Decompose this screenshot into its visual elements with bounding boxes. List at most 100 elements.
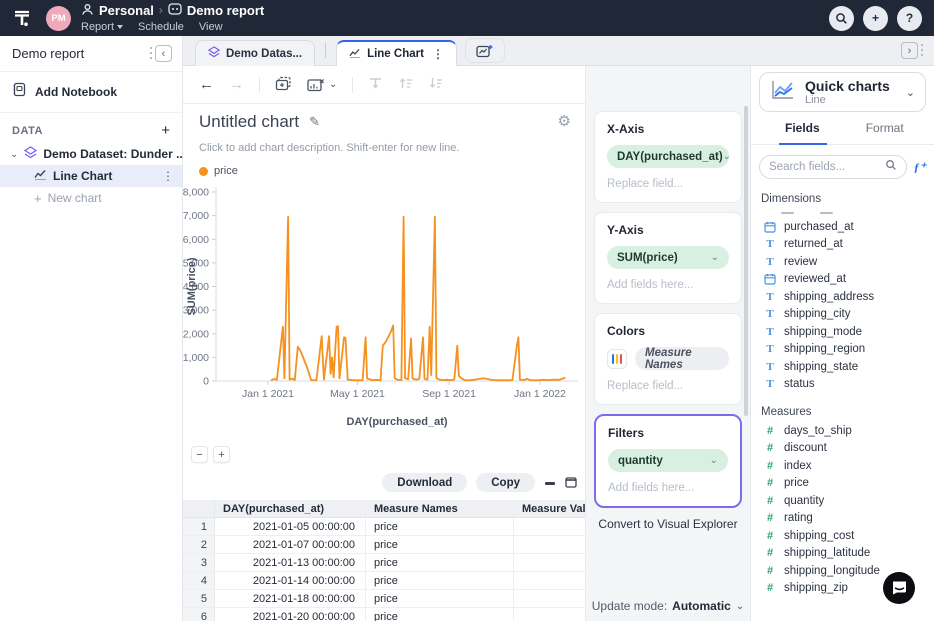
- duplicate-chart-button[interactable]: [275, 76, 292, 94]
- table-row[interactable]: 12021-01-05 00:00:00price: [183, 518, 585, 536]
- kebab-icon[interactable]: ⋮: [432, 47, 444, 61]
- move-field-button[interactable]: [368, 76, 383, 93]
- collapse-right-panel-button[interactable]: ›: [901, 42, 918, 59]
- avatar[interactable]: PM: [46, 6, 71, 31]
- menu-report[interactable]: Report: [81, 21, 123, 33]
- table-row[interactable]: 32021-01-13 00:00:00price: [183, 554, 585, 572]
- field-item-shipping_city[interactable]: Tshipping_city: [751, 306, 934, 324]
- chart-title[interactable]: Untitled chart: [199, 112, 299, 132]
- update-mode-select[interactable]: Automatic: [672, 599, 731, 613]
- chart-settings-gear-icon[interactable]: ⚙: [558, 112, 571, 130]
- column-header-date[interactable]: DAY(purchased_at): [215, 500, 365, 517]
- column-header-measure-names[interactable]: Measure Names: [365, 500, 513, 517]
- add-button[interactable]: +: [863, 6, 888, 31]
- results-table[interactable]: DAY(purchased_at) Measure Names Measure …: [183, 500, 585, 621]
- y-axis-add-fields[interactable]: Add fields here...: [607, 279, 729, 291]
- colors-replace-field[interactable]: Replace field...: [607, 380, 729, 392]
- tab-dataset[interactable]: Demo Datas...: [195, 40, 315, 66]
- table-cell: 2021-01-18 00:00:00: [215, 590, 365, 608]
- undo-button[interactable]: ←: [199, 77, 214, 92]
- field-item-discount[interactable]: #discount: [751, 440, 934, 458]
- chart-config-panel: X-Axis DAY(purchased_at) ⌄ Replace field…: [585, 66, 750, 621]
- tab-line-chart[interactable]: Line Chart ⋮: [336, 40, 457, 66]
- add-notebook-button[interactable]: Add Notebook: [0, 72, 182, 113]
- chat-support-button[interactable]: [883, 572, 915, 604]
- line-chart[interactable]: Jan 1 2022Sep 1 2021May 1 2021Jan 1 2021…: [183, 182, 585, 444]
- table-row[interactable]: 22021-01-07 00:00:00price: [183, 536, 585, 554]
- field-item-shipping_latitude[interactable]: #shipping_latitude: [751, 545, 934, 563]
- y-axis-field-pill[interactable]: SUM(price) ⌄: [607, 246, 729, 269]
- filters-add-fields[interactable]: Add fields here...: [608, 482, 728, 494]
- kebab-icon[interactable]: ⋮: [162, 169, 174, 183]
- field-item-shipping_region[interactable]: Tshipping_region: [751, 341, 934, 359]
- table-cell: 3: [183, 554, 215, 572]
- field-item-shipping_state[interactable]: Tshipping_state: [751, 358, 934, 376]
- zoom-in-button[interactable]: +: [213, 446, 230, 463]
- field-item-status[interactable]: Tstatus: [751, 376, 934, 394]
- dataset-tree-item[interactable]: ⌄ Demo Dataset: Dunder ...: [0, 143, 182, 165]
- search-button[interactable]: [829, 6, 854, 31]
- app-logo-icon[interactable]: [12, 8, 32, 28]
- redo-button[interactable]: →: [229, 77, 244, 92]
- search-fields-input[interactable]: Search fields...: [759, 155, 907, 179]
- field-item-quantity[interactable]: #quantity: [751, 492, 934, 510]
- menu-schedule[interactable]: Schedule: [138, 21, 184, 33]
- price-series-line[interactable]: [272, 217, 565, 380]
- field-item-shipping_address[interactable]: Tshipping_address: [751, 288, 934, 306]
- field-item-purchased_at[interactable]: purchased_at: [751, 218, 934, 236]
- collapse-sidebar-button[interactable]: ‹: [155, 45, 172, 62]
- field-item-shipping_cost[interactable]: #shipping_cost: [751, 527, 934, 545]
- colors-field-pill[interactable]: Measure Names: [635, 347, 729, 370]
- x-axis-label: X-Axis: [607, 122, 729, 136]
- field-item-review[interactable]: Treview: [751, 253, 934, 271]
- text-type-icon: T: [764, 291, 776, 303]
- convert-to-visual-explorer-button[interactable]: Convert to Visual Explorer: [594, 517, 742, 531]
- add-formula-button[interactable]: ƒ⁺: [914, 160, 926, 175]
- field-item-returned_at[interactable]: Treturned_at: [751, 236, 934, 254]
- table-row[interactable]: 52021-01-18 00:00:00price: [183, 590, 585, 608]
- chevron-down-icon[interactable]: ⌄: [10, 149, 18, 160]
- field-label: shipping_city: [784, 308, 850, 320]
- table-row[interactable]: 62021-01-20 00:00:00price: [183, 608, 585, 621]
- config-scrollbar[interactable]: [744, 106, 748, 416]
- field-item-reviewed_at[interactable]: reviewed_at: [751, 271, 934, 289]
- minimize-results-icon[interactable]: [544, 478, 556, 488]
- x-axis-replace-field[interactable]: Replace field...: [607, 178, 729, 190]
- download-button[interactable]: Download: [382, 473, 467, 492]
- add-data-button[interactable]: +: [161, 126, 170, 136]
- expand-results-icon[interactable]: [565, 477, 577, 488]
- new-chart-tab-button[interactable]: [465, 38, 505, 63]
- quick-charts-selector[interactable]: Quick charts Line ⌄: [759, 72, 926, 112]
- breadcrumb-workspace[interactable]: Personal: [99, 4, 154, 18]
- zoom-out-button[interactable]: −: [191, 446, 208, 463]
- svg-text:Sep 1 2021: Sep 1 2021: [422, 388, 476, 400]
- x-axis-card: X-Axis DAY(purchased_at) ⌄ Replace field…: [594, 111, 742, 203]
- copy-button[interactable]: Copy: [476, 473, 535, 492]
- field-item-rating[interactable]: #rating: [751, 510, 934, 528]
- chart-toolbar: ← → ⌄: [183, 66, 585, 104]
- filters-field-pill[interactable]: quantity ⌄: [608, 449, 728, 472]
- help-button[interactable]: ?: [897, 6, 922, 31]
- sidebar-item-line-chart[interactable]: Line Chart ⋮: [0, 165, 182, 187]
- edit-title-icon[interactable]: ✎: [309, 114, 320, 130]
- field-item-price[interactable]: #price: [751, 475, 934, 493]
- menu-view[interactable]: View: [199, 21, 223, 33]
- sort-descending-button[interactable]: [428, 76, 443, 93]
- field-item-days_to_ship[interactable]: #days_to_ship: [751, 422, 934, 440]
- column-header-measure-value[interactable]: Measure Value: [513, 500, 585, 517]
- x-axis-field-pill[interactable]: DAY(purchased_at) ⌄: [607, 145, 729, 168]
- remove-chart-button[interactable]: ⌄: [307, 78, 337, 92]
- text-type-icon: T: [764, 378, 776, 390]
- filters-card: Filters quantity ⌄ Add fields here...: [594, 414, 742, 508]
- tab-fields[interactable]: Fields: [785, 121, 820, 135]
- new-chart-button[interactable]: + New chart: [0, 187, 182, 209]
- sort-ascending-button[interactable]: [398, 76, 413, 93]
- chart-description-placeholder[interactable]: Click to add chart description. Shift-en…: [199, 142, 459, 154]
- chart-legend[interactable]: price: [199, 165, 238, 177]
- breadcrumb-page[interactable]: Demo report: [187, 4, 264, 18]
- table-row[interactable]: 42021-01-14 00:00:00price: [183, 572, 585, 590]
- table-cell: price: [365, 536, 513, 554]
- tab-format[interactable]: Format: [866, 121, 904, 135]
- field-item-index[interactable]: #index: [751, 457, 934, 475]
- field-item-shipping_mode[interactable]: Tshipping_mode: [751, 323, 934, 341]
